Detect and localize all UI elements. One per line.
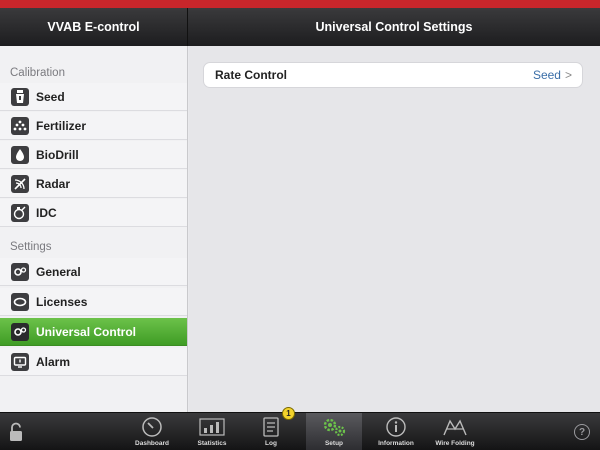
sidebar-item-alarm[interactable]: Alarm — [0, 348, 187, 376]
gauge-icon — [138, 416, 166, 438]
sidebar-item-label: General — [36, 264, 81, 279]
rate-control-row[interactable]: Rate Control Seed > — [203, 62, 583, 88]
toolbar-setup[interactable]: Setup — [306, 413, 362, 450]
alarm-icon — [11, 352, 29, 371]
sidebar-item-idc[interactable]: IDC — [0, 199, 187, 227]
radar-icon — [11, 174, 29, 193]
toolbar-log[interactable]: Log 1 — [246, 407, 296, 450]
row-value: Seed — [532, 68, 561, 82]
sidebar-item-licenses[interactable]: Licenses — [0, 288, 187, 316]
sidebar-item-fertilizer[interactable]: Fertilizer — [0, 112, 187, 140]
page-title: Universal Control Settings — [315, 20, 473, 34]
info-icon — [382, 416, 410, 438]
chevron-right-icon: > — [564, 68, 572, 82]
sidebar-item-biodrill[interactable]: BioDrill — [0, 141, 187, 169]
sidebar-item-label: Alarm — [36, 354, 71, 369]
toolbar-label: Information — [378, 440, 414, 447]
sidebar-item-general[interactable]: General — [0, 258, 187, 286]
log-icon — [257, 416, 285, 438]
app-title: VVAB E-control — [0, 8, 188, 46]
sidebar-item-universal-control[interactable]: Universal Control — [0, 318, 187, 346]
top-accent-strip — [0, 0, 600, 8]
sidebar: Calibration Seed Fertilizer BioDrill Rad… — [0, 46, 188, 412]
header-bar: VVAB E-control Universal Control Setting… — [0, 8, 600, 46]
calibration-section-label: Calibration — [10, 67, 65, 79]
notification-badge: 1 — [282, 407, 295, 420]
toolbar-label: Setup — [324, 440, 344, 447]
lock-icon[interactable] — [8, 422, 24, 442]
sidebar-item-label: IDC — [36, 205, 57, 220]
sidebar-item-radar[interactable]: Radar — [0, 170, 187, 198]
sidebar-item-label: Radar — [36, 176, 71, 191]
row-title: Rate Control — [215, 68, 287, 82]
seed-icon — [11, 87, 29, 106]
toolbar-statistics[interactable]: Statistics — [186, 413, 238, 450]
idc-icon — [11, 203, 29, 222]
help-button[interactable]: ? — [574, 424, 590, 440]
sidebar-item-label: BioDrill — [36, 147, 79, 162]
toolbar-label: Wire Folding — [435, 440, 475, 447]
toolbar-dashboard[interactable]: Dashboard — [124, 413, 180, 450]
toolbar-wire-folding[interactable]: Wire Folding — [428, 413, 482, 450]
sidebar-item-label: Universal Control — [36, 324, 137, 339]
toolbar-label: Log — [265, 440, 277, 447]
statistics-icon — [198, 416, 226, 438]
main-content: Rate Control Seed > — [189, 46, 600, 412]
wire-folding-icon — [441, 416, 469, 438]
sidebar-item-label: Seed — [36, 89, 65, 104]
app-window: VVAB E-control Universal Control Setting… — [0, 0, 600, 450]
fertilizer-icon — [11, 116, 29, 135]
settings-section-label: Settings — [10, 241, 52, 253]
sidebar-item-label: Licenses — [36, 294, 88, 309]
toolbar-label: Statistics — [197, 440, 227, 447]
sidebar-item-label: Fertilizer — [36, 118, 87, 133]
sidebar-item-seed[interactable]: Seed — [0, 83, 187, 111]
biodrill-icon — [11, 145, 29, 164]
licenses-icon — [11, 292, 29, 311]
universal-control-icon — [11, 322, 29, 341]
gears-icon — [320, 416, 348, 438]
bottom-toolbar: Dashboard Statistics Log 1 Setup Informa… — [0, 407, 600, 450]
toolbar-label: Dashboard — [135, 440, 169, 447]
toolbar-information[interactable]: Information — [368, 413, 424, 450]
general-icon — [11, 262, 29, 281]
